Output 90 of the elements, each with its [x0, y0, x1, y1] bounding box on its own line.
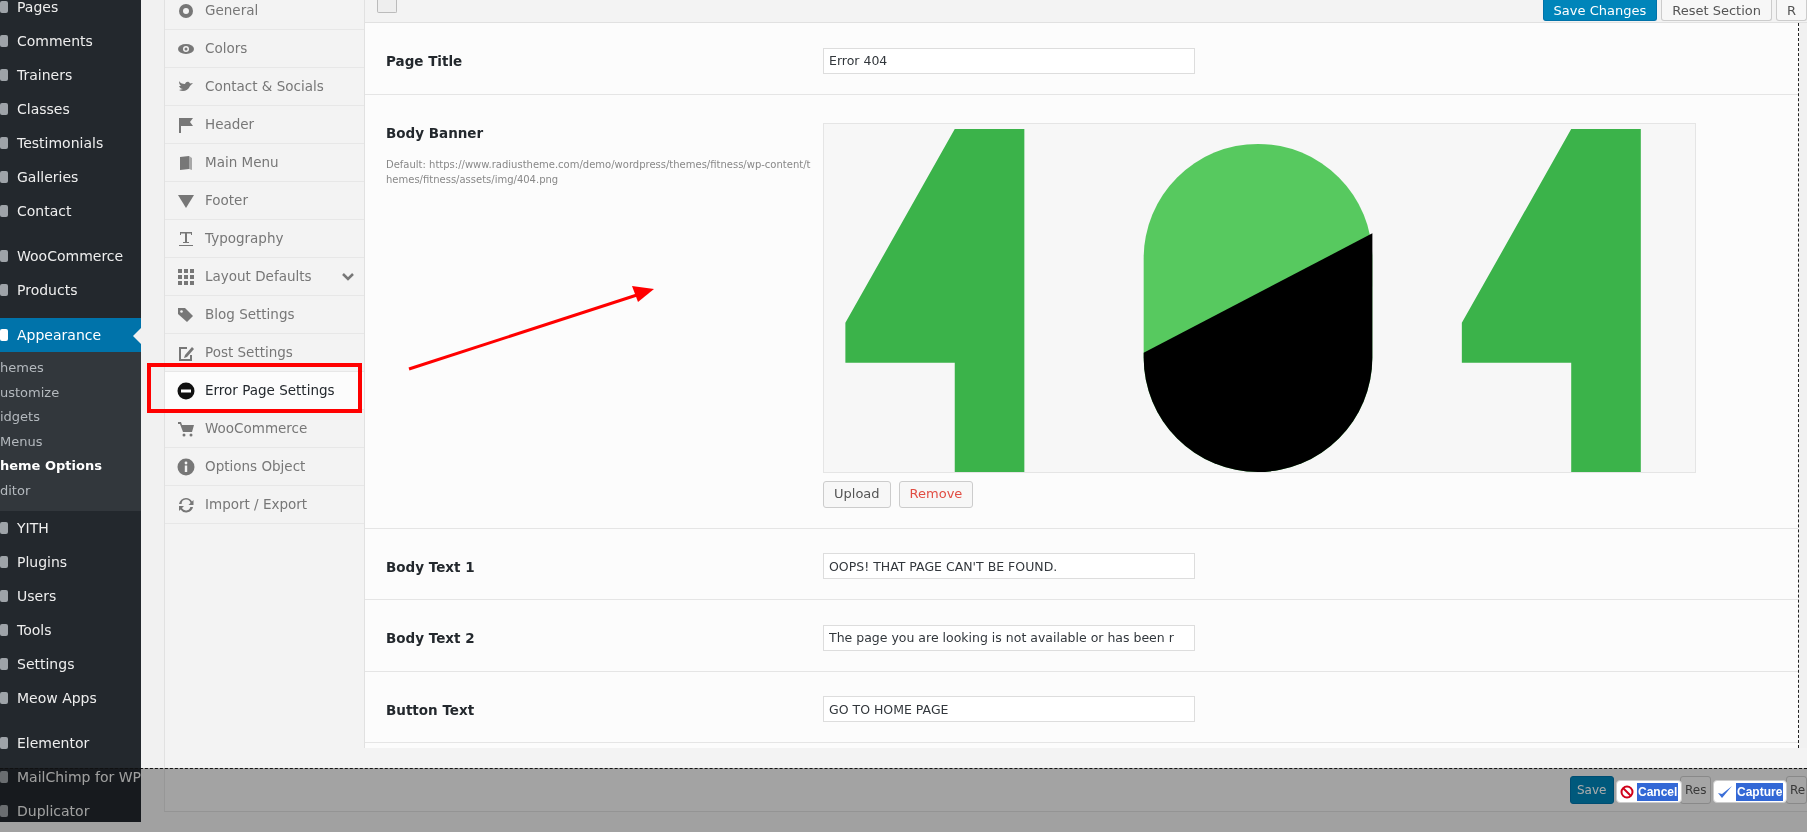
capture-button[interactable]: Capture — [1713, 780, 1788, 803]
admin-menu-item[interactable]: WooCommerce — [0, 239, 141, 273]
save-button[interactable]: Save Changes — [1542, 0, 1658, 21]
refresh-icon — [177, 495, 195, 514]
field-description: Default: https://www.radiustheme.com/demo/wordpress/themes/fitness/wp-content/themes/fitness/assets/img/404.png — [386, 157, 811, 187]
text-field[interactable]: Error 404 — [823, 47, 1195, 74]
menu-item-icon — [0, 554, 10, 570]
menu-item-icon — [0, 135, 10, 151]
text-tool-icon — [177, 229, 195, 248]
grid-icon — [177, 267, 195, 286]
field-label: Button Text — [386, 700, 476, 720]
field-label: Body Text 2 — [386, 629, 476, 648]
cart-icon — [177, 419, 195, 438]
menu-item-icon — [0, 203, 10, 219]
admin-menu-item[interactable]: Plugins — [0, 545, 141, 579]
upload-button[interactable]: Upload — [823, 480, 891, 508]
admin-menu-item[interactable]: Classes — [0, 92, 141, 126]
admin-menu-item[interactable]: Duplicator — [0, 794, 141, 822]
reset-button[interactable]: Re — [1786, 776, 1807, 804]
menu-item-icon — [0, 169, 10, 185]
field-label: Body Text 1 — [386, 557, 476, 577]
admin-menu-item[interactable]: Testimonials — [0, 126, 141, 160]
field-label: Body Banner — [386, 123, 485, 143]
remove-button[interactable]: Remove — [898, 480, 974, 508]
admin-menu-item[interactable]: Tools — [0, 613, 141, 647]
menu-item-icon — [0, 622, 10, 638]
admin-menu-item[interactable]: Trainers — [0, 58, 141, 92]
info-icon — [177, 457, 195, 476]
menu-item-icon — [0, 769, 10, 785]
prohibited-icon — [1620, 784, 1634, 799]
options-menu-item[interactable]: Options Object — [165, 448, 364, 486]
admin-menu-item[interactable]: Elementor — [0, 726, 141, 760]
admin-menu-item[interactable]: Users — [0, 579, 141, 613]
menu-item-icon — [0, 656, 10, 672]
save-button[interactable]: Save — [1570, 776, 1614, 804]
admin-submenu-item[interactable]: ditor — [0, 478, 141, 503]
menu-item-icon — [0, 33, 10, 49]
admin-menu-item[interactable]: Appearance — [0, 318, 141, 352]
options-menu-item[interactable]: Colors — [165, 30, 364, 68]
admin-menu-item[interactable]: YITH — [0, 511, 141, 545]
menu-item-icon — [0, 0, 10, 15]
menu-item-icon — [0, 67, 10, 83]
admin-submenu-item[interactable]: ustomize — [0, 380, 141, 405]
menu-item-icon — [0, 282, 10, 298]
flag-icon — [177, 115, 195, 134]
text-field[interactable]: GO TO HOME PAGE — [823, 696, 1195, 722]
admin-submenu-item[interactable]: hemes — [0, 356, 141, 381]
checkmark-icon — [1717, 784, 1733, 799]
admin-submenu-item[interactable]: Menus — [0, 429, 141, 454]
menu-item-icon — [0, 690, 10, 706]
reset-button[interactable]: R — [1775, 0, 1807, 21]
options-menu-item[interactable]: Main Menu — [165, 144, 364, 182]
menu-item-icon — [0, 588, 10, 604]
admin-menu-item[interactable]: Pages — [0, 0, 141, 24]
admin-menu-item[interactable]: Products — [0, 273, 141, 307]
options-menu-item[interactable]: Header — [165, 106, 364, 144]
toolbar-icon[interactable] — [377, 0, 397, 13]
menu-item-icon — [0, 327, 10, 343]
options-menu-item[interactable]: Footer — [165, 182, 364, 220]
reset-button[interactable]: Res — [1680, 776, 1711, 804]
chevron-down-icon — [342, 271, 354, 282]
minus-circle-icon — [177, 381, 195, 400]
book-icon — [177, 153, 195, 172]
options-menu-item[interactable]: Error Page Settings — [165, 372, 364, 410]
options-menu-item[interactable]: Import / Export — [165, 486, 364, 524]
tags-icon — [177, 305, 195, 324]
admin-menu-item[interactable]: Galleries — [0, 160, 141, 194]
text-field[interactable]: The page you are looking is not available or has been r — [823, 624, 1195, 651]
admin-menu-item[interactable]: Settings — [0, 647, 141, 681]
menu-item-icon — [0, 248, 10, 264]
options-menu-item[interactable]: General — [165, 0, 364, 30]
reset-button[interactable]: Reset Section — [1661, 0, 1772, 21]
admin-submenu-item[interactable]: idgets — [0, 405, 141, 430]
options-menu-item[interactable]: WooCommerce — [165, 410, 364, 448]
admin-submenu-item[interactable]: heme Options — [0, 454, 141, 479]
options-menu-item[interactable]: Layout Defaults — [165, 258, 364, 296]
menu-item-icon — [0, 101, 10, 117]
admin-menu-item[interactable]: Contact — [0, 194, 141, 228]
cancel-button[interactable]: Cancel — [1616, 780, 1683, 803]
menu-item-icon — [0, 520, 10, 536]
text-field[interactable]: OOPS! THAT PAGE CAN'T BE FOUND. — [823, 553, 1195, 579]
options-menu-item[interactable]: Blog Settings — [165, 296, 364, 334]
menu-item-icon — [0, 803, 10, 819]
admin-menu-item[interactable]: MailChimp for WP — [0, 760, 141, 794]
admin-menu-item[interactable]: Comments — [0, 24, 141, 58]
field-label: Page Title — [386, 52, 464, 71]
options-menu-item[interactable]: Typography — [165, 220, 364, 258]
admin-menu-item[interactable]: Meow Apps — [0, 681, 141, 715]
options-menu-item[interactable]: Contact & Socials — [165, 68, 364, 106]
menu-item-icon — [0, 735, 10, 751]
